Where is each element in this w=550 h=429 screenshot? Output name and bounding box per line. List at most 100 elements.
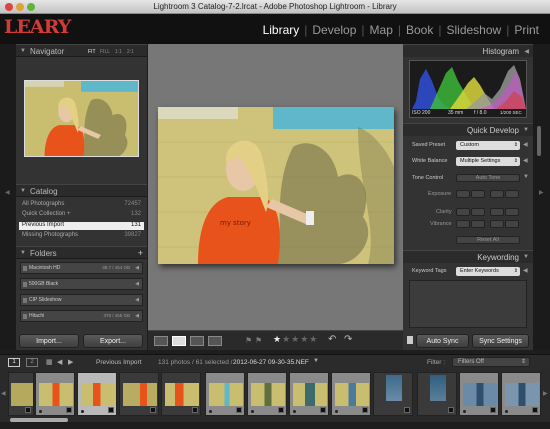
rotate-left-icon[interactable]: ↶	[328, 334, 336, 345]
filmstrip-thumb[interactable]	[8, 372, 34, 416]
exposure-decrease[interactable]	[471, 190, 485, 198]
keyword-tags-select[interactable]: Enter Keywords ⇕	[456, 267, 520, 276]
filmstrip-left-arrow-icon[interactable]: ◀	[1, 390, 6, 397]
histogram[interactable]: ISO 200 35 mm f / 8.0 1/200 SEC	[409, 60, 527, 118]
catalog-item-all-photographs[interactable]: All Photographs 72457	[19, 201, 144, 209]
quick-develop-header[interactable]: Quick Develop ▼	[403, 123, 533, 136]
filter-select[interactable]: Filters Off ⇕	[452, 357, 530, 367]
auto-sync-button[interactable]: Auto Sync	[416, 334, 469, 348]
expand-triangle-icon[interactable]: ◀	[523, 157, 528, 164]
keyword-tags-label: Keyword Tags	[412, 268, 447, 274]
vibrance-label: Vibrance	[430, 221, 452, 227]
expand-triangle-icon[interactable]: ◀	[523, 141, 528, 148]
filmstrip-thumb[interactable]	[459, 372, 499, 416]
window-title: Lightroom 3 Catalog-7-2.lrcat - Adobe Ph…	[153, 2, 397, 11]
main-photo[interactable]: my story	[158, 107, 394, 264]
folder-volume-cip-slideshow[interactable]: CIP Slideshow ◀	[20, 294, 143, 306]
compare-view-icon[interactable]	[190, 336, 204, 346]
secondary-window-button[interactable]: 2	[26, 358, 38, 367]
rating-stars[interactable]: ★★★★★	[273, 334, 318, 345]
histogram-title: Histogram	[482, 47, 519, 56]
right-scrollbar[interactable]	[537, 126, 541, 156]
export-button[interactable]: Export...	[83, 334, 143, 348]
navigator-photo	[25, 81, 138, 156]
rotate-right-icon[interactable]: ↷	[344, 334, 352, 345]
keywords-textarea[interactable]	[409, 280, 527, 328]
clarity-decrease[interactable]	[471, 208, 485, 216]
filmstrip-thumb[interactable]	[417, 372, 457, 416]
filmstrip-thumb[interactable]	[205, 372, 245, 416]
module-library[interactable]: Library	[258, 23, 305, 37]
expand-triangle-icon[interactable]: ◀	[523, 267, 528, 274]
filmstrip-right-arrow-icon[interactable]: ▶	[543, 390, 548, 397]
module-book[interactable]: Book	[401, 23, 438, 37]
main-window-button[interactable]: 1	[8, 358, 20, 367]
filmstrip-thumb[interactable]	[161, 372, 201, 416]
keywording-header[interactable]: Keywording ▼	[403, 250, 533, 263]
filename-dropdown-icon[interactable]: ▼	[313, 358, 319, 364]
vibrance-increase-large[interactable]	[505, 220, 519, 228]
module-develop[interactable]: Develop	[307, 23, 361, 37]
saved-preset-select[interactable]: Custom ⇕	[456, 141, 520, 150]
collapse-triangle-icon[interactable]: ▼	[523, 174, 529, 180]
vibrance-decrease[interactable]	[471, 220, 485, 228]
loupe-view-icon[interactable]	[172, 336, 186, 346]
left-panel-toggle[interactable]: ◀	[0, 44, 16, 350]
filmstrip-thumb[interactable]	[331, 372, 371, 416]
forward-arrow-icon[interactable]: ▶	[68, 358, 73, 366]
histogram-focal: 35 mm	[448, 110, 464, 116]
histogram-header[interactable]: Histogram ◀	[403, 44, 533, 57]
white-balance-select[interactable]: Multiple Settings ⇕	[456, 157, 520, 166]
folder-volume-macintosh-hd[interactable]: Macintosh HD 38.7 / 464 GB ◀	[20, 262, 143, 274]
clarity-decrease-large[interactable]	[456, 208, 470, 216]
survey-view-icon[interactable]	[208, 336, 222, 346]
vibrance-increase[interactable]	[490, 220, 504, 228]
clarity-label: Clarity	[436, 209, 452, 215]
catalog-item-missing-photographs[interactable]: Missing Photographs 39827	[19, 232, 144, 240]
reset-all-button[interactable]: Reset All	[456, 236, 520, 244]
disclosure-triangle-icon: ▼	[523, 127, 529, 133]
auto-tone-button[interactable]: Auto Tone	[456, 174, 520, 182]
sync-switch-icon[interactable]	[407, 336, 413, 344]
exposure-decrease-large[interactable]	[456, 190, 470, 198]
zoom-1-1[interactable]: 1:1	[115, 49, 122, 55]
grid-icon[interactable]: ▦	[46, 358, 53, 366]
filmstrip-thumb[interactable]	[35, 372, 75, 416]
filmstrip-thumb[interactable]	[373, 372, 413, 416]
folder-volume-hitachi[interactable]: Hitachi 378 / 465 GB ◀	[20, 310, 143, 322]
filmstrip-source[interactable]: Previous Import	[96, 359, 142, 366]
clarity-increase[interactable]	[490, 208, 504, 216]
catalog-header[interactable]: ▼ Catalog	[16, 184, 147, 197]
import-button[interactable]: Import...	[19, 334, 79, 348]
filmstrip-filename[interactable]: 2012-06-27 09-30-35.NEF	[233, 359, 309, 366]
vibrance-decrease-large[interactable]	[456, 220, 470, 228]
navigator-header[interactable]: ▼ Navigator FIT FILL 1:1 2:1	[16, 44, 147, 57]
navigator-preview[interactable]	[24, 80, 139, 157]
module-slideshow[interactable]: Slideshow	[441, 23, 506, 37]
filmstrip-scrollbar[interactable]	[10, 418, 68, 422]
exposure-increase[interactable]	[490, 190, 504, 198]
filmstrip-thumb[interactable]	[247, 372, 287, 416]
zoom-fill[interactable]: FILL	[100, 49, 110, 55]
right-panel-toggle[interactable]: ▶	[533, 44, 550, 350]
flag-icon[interactable]: ⚑	[245, 336, 252, 345]
exposure-increase-large[interactable]	[505, 190, 519, 198]
module-print[interactable]: Print	[509, 23, 544, 37]
filmstrip-thumb[interactable]	[119, 372, 159, 416]
module-map[interactable]: Map	[365, 23, 398, 37]
filmstrip-thumb-selected[interactable]	[77, 372, 117, 416]
catalog-item-previous-import[interactable]: Previous Import 131	[19, 222, 144, 230]
zoom-fit[interactable]: FIT	[88, 49, 96, 55]
back-arrow-icon[interactable]: ◀	[57, 358, 62, 366]
grid-view-icon[interactable]	[154, 336, 168, 346]
folder-volume-500gb-black[interactable]: 500GB Black ◀	[20, 278, 143, 290]
add-folder-button[interactable]: +	[138, 248, 143, 258]
sync-settings-button[interactable]: Sync Settings	[472, 334, 529, 348]
filmstrip-thumb[interactable]	[289, 372, 329, 416]
folders-header[interactable]: ▼ Folders +	[16, 246, 147, 259]
filmstrip-thumb[interactable]	[501, 372, 541, 416]
clarity-increase-large[interactable]	[505, 208, 519, 216]
reject-flag-icon[interactable]: ⚑	[255, 336, 262, 345]
zoom-2-1[interactable]: 2:1	[127, 49, 134, 55]
catalog-item-quick-collection[interactable]: Quick Collection +132	[19, 211, 144, 219]
